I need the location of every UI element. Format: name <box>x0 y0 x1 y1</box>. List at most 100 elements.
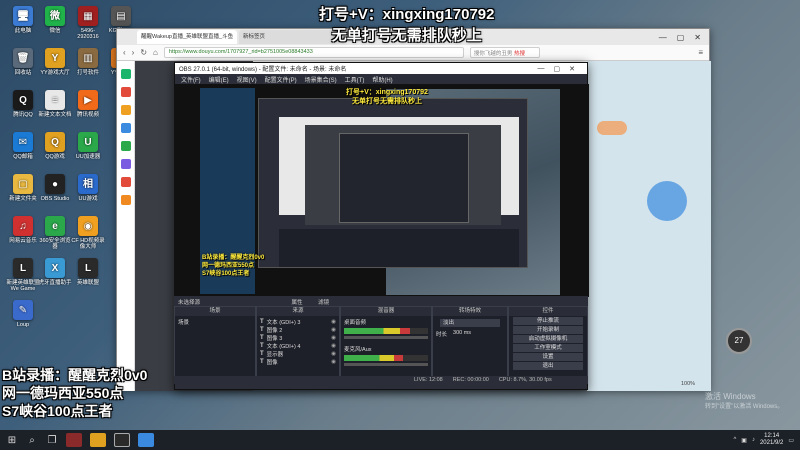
desktop-icon[interactable]: L 英雄联盟 <box>71 258 105 286</box>
obs-control-button[interactable]: 设置 <box>513 353 583 361</box>
browser-tab-active[interactable]: 醒醒Wakeup直播_英雄联盟直播_斗鱼 <box>137 30 237 44</box>
desktop-icon[interactable]: L 新建英雄联盟We Game <box>6 258 40 292</box>
desktop-icon[interactable]: ● OBS Studio <box>38 174 72 202</box>
source-item[interactable]: T 显示器 ◉ <box>260 350 336 358</box>
visibility-eye-icon[interactable]: ◉ <box>331 335 336 341</box>
desktop-icon-label: OBS Studio <box>40 196 70 202</box>
refresh-icon[interactable]: ↻ <box>140 48 147 57</box>
source-item[interactable]: T 文本 (GDI+) 4 ◉ <box>260 342 336 350</box>
live-status: LIVE: 12:08 <box>414 377 443 383</box>
obs-menu-item[interactable]: 文件(F) <box>181 75 201 84</box>
task-view-icon[interactable]: ❐ <box>44 432 60 448</box>
desktop-icon[interactable]: Y YY游戏大厅 <box>38 48 72 76</box>
desktop-icon[interactable]: 相 UU游戏 <box>71 174 105 202</box>
desktop-icon[interactable]: 🗑 回收站 <box>6 48 40 76</box>
obs-control-button[interactable]: 停止推流 <box>513 317 583 325</box>
source-item-label: 图像 3 <box>266 336 283 342</box>
close-icon[interactable]: ✕ <box>569 65 575 73</box>
mixer-fader[interactable] <box>344 336 428 339</box>
desktop-icon[interactable]: e 360安全浏览器 <box>38 216 72 250</box>
url-input[interactable]: https://www.douyu.com/1707927_rid=b27510… <box>163 47 464 58</box>
desktop-icon[interactable]: 微微信 <box>38 6 72 34</box>
overlay-top: 打号+V：xingxing170792 无单打号无需排队秒上 <box>319 4 495 46</box>
desktop-icon[interactable]: ▦ 5496-2920316 <box>71 6 105 40</box>
search-icon[interactable]: ⌕ <box>24 432 40 448</box>
obs-menu-item[interactable]: 视图(V) <box>237 75 257 84</box>
duration-input[interactable]: 300 ms <box>453 330 471 338</box>
obs-menu-item[interactable]: 帮助(H) <box>372 75 392 84</box>
sidebar-app-icon[interactable] <box>120 195 131 205</box>
taskbar-app-icon[interactable] <box>66 433 82 447</box>
desktop-icon-label: 新建文本文档 <box>38 112 72 118</box>
source-item[interactable]: T 图像 2 ◉ <box>260 326 336 334</box>
desktop-icon[interactable]: ◉ CF HD视频录像大师 <box>71 216 105 250</box>
visibility-eye-icon[interactable]: ◉ <box>331 327 336 333</box>
sidebar-app-icon[interactable] <box>120 87 131 97</box>
obs-control-button[interactable]: 退出 <box>513 362 583 370</box>
home-icon[interactable]: ⌂ <box>153 48 158 57</box>
sidebar-app-icon[interactable] <box>120 69 131 79</box>
obs-title: OBS 27.0.1 (64-bit, windows) - 配置文件: 未命名… <box>179 67 347 73</box>
browser-search-input[interactable]: 搜你飞越的丑男 热搜 <box>469 47 540 58</box>
minimize-icon[interactable]: — <box>659 33 667 42</box>
source-item[interactable]: T 图像 3 ◉ <box>260 334 336 342</box>
desktop-icon[interactable]: ♫ 网易云音乐 <box>6 216 40 244</box>
maximize-icon[interactable]: ▢ <box>677 33 685 42</box>
browser-window-controls: — ▢ ✕ <box>659 33 709 42</box>
obs-control-button[interactable]: 工作室模式 <box>513 344 583 352</box>
obs-menu-item[interactable]: 工具(T) <box>345 75 365 84</box>
chevron-up-icon[interactable]: ^ <box>733 437 736 443</box>
obs-control-button[interactable]: 启动虚拟摄像机 <box>513 335 583 343</box>
taskbar-app-icon[interactable] <box>138 433 154 447</box>
desktop-icon[interactable]: ✉ QQ邮箱 <box>6 132 40 160</box>
visibility-eye-icon[interactable]: ◉ <box>331 351 336 357</box>
volume-icon[interactable]: ♪ <box>752 437 755 443</box>
mixer-track-label: 麦克风/Aux <box>344 347 372 353</box>
maximize-icon[interactable]: ▢ <box>554 65 561 73</box>
obs-menu-item[interactable]: 配置文件(P) <box>265 75 297 84</box>
desktop-icon[interactable]: ▢ 新建文件夹 <box>6 174 40 202</box>
notification-icon[interactable]: ▭ <box>788 437 794 444</box>
desktop-icon[interactable]: Q QQ游戏 <box>38 132 72 160</box>
desktop-icon[interactable]: ▶ 腾讯视频 <box>71 90 105 118</box>
obs-taskbar-icon[interactable] <box>114 433 130 447</box>
source-item-label: 图像 <box>266 360 278 366</box>
preview-overlay-left: B站录播：醒醒克烈0v0 网一德玛西亚550点 S7峡谷100点王者 <box>202 254 264 278</box>
obs-control-button[interactable]: 开始录制 <box>513 326 583 334</box>
visibility-eye-icon[interactable]: ◉ <box>331 359 336 365</box>
taskbar-app-icon[interactable] <box>90 433 106 447</box>
mixer-meter <box>344 355 428 361</box>
scene-item[interactable]: 场景 <box>178 318 252 326</box>
source-item[interactable]: T 图像 ◉ <box>260 358 336 366</box>
windows-start-icon[interactable]: ⊞ <box>4 432 20 448</box>
visibility-eye-icon[interactable]: ◉ <box>331 343 336 349</box>
obs-menu-item[interactable]: 编辑(E) <box>209 75 229 84</box>
desktop-icon[interactable]: ≡ 新建文本文档 <box>38 90 72 118</box>
visibility-eye-icon[interactable]: ◉ <box>331 319 336 325</box>
sidebar-app-icon[interactable] <box>120 141 131 151</box>
menu-icon[interactable]: ≡ <box>698 48 703 57</box>
desktop-icon[interactable]: ✎ Loup <box>6 300 40 328</box>
sidebar-app-icon[interactable] <box>120 105 131 115</box>
forward-arrow-icon[interactable]: › <box>132 48 135 57</box>
desktop-icon[interactable]: Q 腾讯QQ <box>6 90 40 118</box>
desktop-icon[interactable]: 🖥 此电脑 <box>6 6 40 34</box>
desktop-icon[interactable]: U UU加速器 <box>71 132 105 160</box>
network-icon[interactable]: ▣ <box>741 437 747 444</box>
back-arrow-icon[interactable]: ‹ <box>123 48 126 57</box>
obs-menu-item[interactable]: 场景集合(S) <box>305 75 337 84</box>
clock[interactable]: 12:14 2021/9/2 <box>760 433 783 447</box>
desktop-app-icon: X <box>45 258 65 278</box>
mixer-fader[interactable] <box>344 363 428 366</box>
desktop-icon[interactable]: ▥ 打号软件 <box>71 48 105 76</box>
sidebar-app-icon[interactable] <box>120 177 131 187</box>
stream-page-right-panel <box>587 61 711 391</box>
transition-select[interactable]: 淡出 <box>440 319 500 327</box>
source-item[interactable]: T 文本 (GDI+) 3 ◉ <box>260 318 336 326</box>
close-icon[interactable]: ✕ <box>694 33 701 42</box>
desktop-icon[interactable]: X 虎牙直播助手 <box>38 258 72 286</box>
minimize-icon[interactable]: — <box>538 65 545 73</box>
desktop-app-icon: e <box>45 216 65 236</box>
sidebar-app-icon[interactable] <box>120 159 131 169</box>
sidebar-app-icon[interactable] <box>120 123 131 133</box>
